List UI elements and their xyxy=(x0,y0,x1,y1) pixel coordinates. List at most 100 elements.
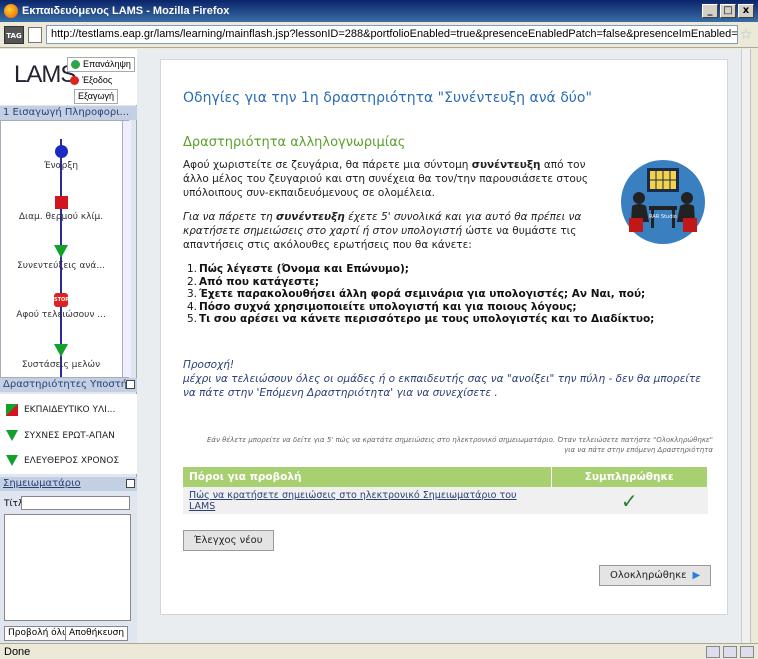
sequence-item-label: Συστάσεις μελών xyxy=(21,360,101,370)
support-item-free-time[interactable]: ΕΛΕΥΘΕΡΟΣ ΧΡΟΝΟΣ xyxy=(6,455,119,466)
question-item: 5. Τι σου αρέσει να κάνετε περισσότερο με… xyxy=(187,313,655,325)
attention-title: Προσοχή! xyxy=(183,359,235,371)
notebook-header-label: Σημειωματάριο xyxy=(3,478,81,489)
resume-label: Επανάληψη xyxy=(83,59,131,69)
sequence-item-label: Συνεντεύξεις ανά... xyxy=(17,261,105,271)
mail-icon xyxy=(740,645,754,658)
question-item: 2. Από που κατάγεστε; xyxy=(187,275,320,288)
table-header-row: Πόροι για προβολή Συμπληρώθηκε xyxy=(183,467,708,487)
resume-icon xyxy=(71,60,80,69)
support-header-label: Δραστηριότητες Υποστή xyxy=(3,379,128,390)
table-row: Πώς να κρατήσετε σημειώσεις στο ηλεκτρον… xyxy=(183,487,708,514)
exit-label: Έξοδος xyxy=(82,75,113,85)
intro-paragraph: Αφού χωριστείτε σε ζευγάρια, θα πάρετε μ… xyxy=(183,158,603,200)
security-icon xyxy=(706,645,720,658)
play-arrow-icon: ▶ xyxy=(692,570,701,581)
hint-line-1: Εάν θέλετε μπορείτε να δείτε για 5' πώς … xyxy=(206,436,713,444)
notebook-header: Σημειωματάριο xyxy=(0,477,137,491)
exit-button[interactable]: Έξοδος xyxy=(67,73,115,88)
export-button[interactable]: Εξαγωγή xyxy=(74,89,119,104)
sequence-item-label: Διαμ. θερμού κλίμ. xyxy=(18,212,104,222)
question-item: 1. Πώς λέγεστε (Όνομα και Επώνυμο); xyxy=(187,263,409,275)
status-text: Done xyxy=(4,645,31,658)
question-item: 4. Πόσο συχνά χρησιμοποιείτε υπολογιστή κ… xyxy=(187,300,577,313)
finish-button[interactable]: Ολοκληρώθηκε ▶ xyxy=(599,565,712,586)
exit-icon xyxy=(70,76,79,85)
sequence-item-interviews[interactable]: Συνεντεύξεις ανά... xyxy=(1,245,121,271)
dock-icon[interactable] xyxy=(126,479,135,488)
triangle-icon xyxy=(6,430,18,441)
bookmark-star-icon[interactable]: ☆ xyxy=(738,27,754,43)
main-scrollbar[interactable] xyxy=(741,49,750,643)
instruction-paragraph: Για να πάρετε τη συνέντευξη έχετε 5' συν… xyxy=(183,210,603,252)
addon-icon xyxy=(723,645,737,658)
support-item-label: ΣΥΧΝΕΣ ΕΡΩΤ-ΑΠΑΝ xyxy=(24,430,115,441)
sequence-item-label: Έναρξη xyxy=(43,161,79,171)
illustration-caption: RAR Studio xyxy=(649,214,677,220)
sequence-item-members[interactable]: Συστάσεις μελών xyxy=(1,344,121,370)
sequence-item-stop[interactable]: STOP Αφού τελειώσουν ... xyxy=(1,293,121,320)
triangle-activity-icon xyxy=(54,245,68,258)
support-header: Δραστηριότητες Υποστή xyxy=(0,378,137,392)
question-text: Τι σου αρέσει να κάνετε περισσότερο με τ… xyxy=(199,313,655,325)
notebook-hint: Εάν θέλετε μπορείτε να δείτε για 5' πώς … xyxy=(183,435,713,455)
title-bar: Εκπαιδευόμενος LAMS - Mozilla Firefox _ … xyxy=(0,0,758,22)
attention-note: Προσοχή! μέχρι να τελειώσουν όλες οι ομά… xyxy=(183,358,713,400)
firefox-icon xyxy=(4,4,18,18)
activity-panel: Οδηγίες για την 1η δραστηριότητα "Συνέντ… xyxy=(137,49,750,643)
instruction-text: Για να πάρετε τη xyxy=(183,211,273,223)
instruction-bold: συνέντευξη xyxy=(276,211,345,223)
resume-button[interactable]: Επανάληψη xyxy=(67,57,135,72)
minimize-button[interactable]: _ xyxy=(702,4,718,18)
activity-subheading: Δραστηριότητα αλληλογνωριμίας xyxy=(183,135,406,150)
square-activity-icon xyxy=(54,196,68,209)
page-scrollbar[interactable] xyxy=(750,49,758,643)
intro-bold: συνέντευξη xyxy=(471,159,541,171)
page-content: LAMS Επανάληψη Έξοδος Εξαγωγή 1 Εισαγωγή… xyxy=(0,49,750,643)
question-text: Έχετε παρακολουθήσει άλλη φορά σεμινάρια… xyxy=(199,288,646,300)
triangle-activity-icon xyxy=(54,344,68,357)
tag-icon[interactable]: TAG xyxy=(4,25,24,44)
notebook-panel: Τίτλος Προβολή όλων Αποθήκευση xyxy=(0,491,137,643)
sequence-item-start[interactable]: Έναρξη xyxy=(1,145,121,171)
resource-link[interactable]: Πώς να κρατήσετε σημειώσεις στο ηλεκτρον… xyxy=(189,490,517,512)
maximize-button[interactable]: □ xyxy=(720,4,736,18)
dock-icon[interactable] xyxy=(126,380,135,389)
sequence-header-label: 1 Εισαγωγή Πληροφορι... xyxy=(3,107,130,118)
hint-line-2: για να πάτε στην επόμενη Δραστηριότητα xyxy=(564,446,713,454)
support-item-faq[interactable]: ΣΥΧΝΕΣ ΕΡΩΤ-ΑΠΑΝ xyxy=(6,430,115,441)
sequence-scrollbar[interactable] xyxy=(122,121,131,377)
page-icon xyxy=(28,26,42,43)
check-new-button[interactable]: Έλεγχος νέου xyxy=(183,530,274,551)
question-item: 3. Έχετε παρακολουθήσει άλλη φορά σεμινάρ… xyxy=(187,288,646,300)
sequence-header: 1 Εισαγωγή Πληροφορι... xyxy=(0,106,137,120)
question-text: Πόσο συχνά χρησιμοποιείτε υπολογιστή και… xyxy=(199,300,577,313)
flag-icon xyxy=(6,404,18,416)
resources-column-header: Πόροι για προβολή xyxy=(183,467,552,487)
support-item-material[interactable]: ΕΚΠΑΙΔΕΥΤΙΚΟ ΥΛΙ... xyxy=(6,404,115,416)
lams-sidebar: LAMS Επανάληψη Έξοδος Εξαγωγή 1 Εισαγωγή… xyxy=(0,49,137,643)
question-text: Από που κατάγεστε; xyxy=(199,275,320,288)
activity-card: Οδηγίες για την 1η δραστηριότητα "Συνέντ… xyxy=(160,59,728,615)
resource-cell: Πώς να κρατήσετε σημειώσεις στο ηλεκτρον… xyxy=(183,487,551,514)
circle-activity-icon xyxy=(54,145,68,158)
logo-area: LAMS Επανάληψη Έξοδος Εξαγωγή xyxy=(0,49,137,105)
notebook-title-input[interactable] xyxy=(21,496,130,510)
interview-illustration: RAR Studio xyxy=(621,160,705,244)
sequence-item-climate[interactable]: Διαμ. θερμού κλίμ. xyxy=(1,196,121,222)
intro-text: Αφού χωριστείτε σε ζευγάρια, θα πάρετε μ… xyxy=(183,159,469,171)
close-button[interactable]: x xyxy=(738,4,754,18)
save-note-button[interactable]: Αποθήκευση xyxy=(65,626,129,641)
support-item-label: ΕΚΠΑΙΔΕΥΤΙΚΟ ΥΛΙ... xyxy=(24,405,116,415)
support-activities: ΕΚΠΑΙΔΕΥΤΙΚΟ ΥΛΙ... ΣΥΧΝΕΣ ΕΡΩΤ-ΑΠΑΝ ΕΛΕ… xyxy=(0,394,137,474)
questions-list: 1. Πώς λέγεστε (Όνομα και Επώνυμο); 2. Από… xyxy=(187,263,654,326)
resources-table: Πόροι για προβολή Συμπληρώθηκε Πώς να κρ… xyxy=(183,467,708,514)
window-title: Εκπαιδευόμενος LAMS - Mozilla Firefox xyxy=(22,5,230,17)
question-text: Πώς λέγεστε (Όνομα και Επώνυμο); xyxy=(199,263,409,275)
activity-heading: Οδηγίες για την 1η δραστηριότητα "Συνέντ… xyxy=(183,90,592,106)
status-bar: Done xyxy=(0,643,758,659)
check-icon: ✓ xyxy=(551,487,708,514)
url-field[interactable]: http://testlams.eap.gr/lams/learning/mai… xyxy=(46,25,738,44)
triangle-icon xyxy=(6,455,18,466)
notebook-body-input[interactable] xyxy=(4,514,131,621)
